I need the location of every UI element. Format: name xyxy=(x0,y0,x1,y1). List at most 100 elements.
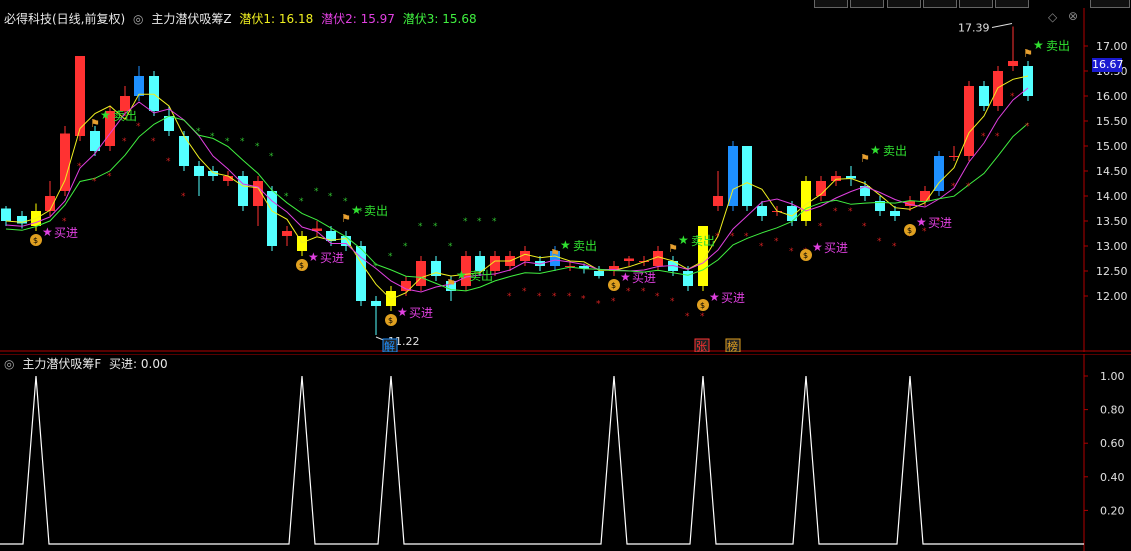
kline-panel[interactable]: 17.0016.5016.0015.5015.0014.5014.0013.50… xyxy=(0,8,1131,352)
sar-dot: * xyxy=(269,152,274,162)
sell-label: 卖出 xyxy=(1046,39,1070,53)
diamond-icon[interactable]: ◇ xyxy=(1048,10,1057,24)
toolbar-button-stats[interactable] xyxy=(923,0,957,8)
sar-dot: * xyxy=(136,122,141,132)
sell-runner-icon: ⚑ xyxy=(668,242,678,255)
candle-body xyxy=(1023,66,1033,96)
sar-dot: * xyxy=(596,300,601,310)
candle-body xyxy=(194,166,204,176)
sell-star-icon: ★ xyxy=(870,143,881,157)
buy-signal-line xyxy=(0,375,1084,545)
toolbar-button-draw[interactable] xyxy=(887,0,921,8)
sar-dot: * xyxy=(670,297,675,307)
top-toolbar xyxy=(0,0,1131,8)
candle-body xyxy=(1008,61,1018,66)
sar-dot: * xyxy=(581,295,586,305)
sar-dot: * xyxy=(641,287,646,297)
sar-dot: * xyxy=(151,137,156,147)
buy-star-icon: ★ xyxy=(308,250,319,264)
buy-moneybag-glyph: $ xyxy=(611,281,616,290)
sar-dot: * xyxy=(196,127,201,137)
settings-circle-icon[interactable]: ◎ xyxy=(133,12,143,26)
sar-dot: * xyxy=(655,292,660,302)
sar-dot: * xyxy=(166,157,171,167)
ma-line-5 xyxy=(5,87,1029,293)
stock-title[interactable]: 必得科技(日线,前复权) xyxy=(4,12,125,26)
sar-dot: * xyxy=(685,312,690,322)
toolbar-button-overlay[interactable] xyxy=(850,0,884,8)
buy-star-icon: ★ xyxy=(812,240,823,254)
candle-body xyxy=(949,156,959,157)
sar-dot: * xyxy=(225,137,230,147)
kline-chart[interactable]: 17.0016.5016.0015.5015.0014.5014.0013.50… xyxy=(0,8,1131,352)
indicator-chart[interactable]: 1.00 0.80 0.60 0.40 0.20 xyxy=(0,354,1131,551)
buy-moneybag-glyph: $ xyxy=(907,226,912,235)
sell-runner-icon: ⚑ xyxy=(446,277,456,290)
sar-dot: * xyxy=(284,192,289,202)
candle-body xyxy=(831,176,841,181)
sar-dot: * xyxy=(567,292,572,302)
candle-body xyxy=(1,208,11,221)
sar-dot: * xyxy=(522,287,527,297)
sar-dot: * xyxy=(418,222,423,232)
sell-label: 卖出 xyxy=(573,239,597,253)
toolbar-button-operate[interactable] xyxy=(814,0,848,8)
sar-dot: * xyxy=(492,217,497,227)
candle-body xyxy=(75,56,85,136)
candle-body xyxy=(979,86,989,106)
sar-dot: * xyxy=(1025,122,1030,132)
indicator-panel[interactable]: 1.00 0.80 0.60 0.40 0.20 ◎ 主力潜伏吸筹F 买进: 0.00 xyxy=(0,354,1131,551)
sar-dot: * xyxy=(552,292,557,302)
sub-y-tick-label: 0.40 xyxy=(1100,471,1125,484)
high-price-label: 17.39 xyxy=(958,22,990,35)
buy-star-icon: ★ xyxy=(709,290,720,304)
line2-label: 潜伏2: 15.97 xyxy=(321,12,395,26)
high-pointer-line xyxy=(991,23,1013,28)
sub-indicator-title[interactable]: 主力潜伏吸筹F xyxy=(22,357,101,371)
candle-body xyxy=(267,191,277,246)
sar-dot: * xyxy=(343,197,348,207)
candle-body xyxy=(624,258,634,261)
sell-label: 卖出 xyxy=(691,234,715,248)
sell-runner-icon: ⚑ xyxy=(860,152,870,165)
sar-dot: * xyxy=(700,312,705,322)
y-tick-label: 14.50 xyxy=(1096,165,1128,178)
sar-dot: * xyxy=(1010,92,1015,102)
sell-runner-icon: ⚑ xyxy=(341,212,351,225)
sar-dot: * xyxy=(966,182,971,192)
close-icon[interactable]: ⊗ xyxy=(1068,9,1078,23)
sar-dot: * xyxy=(255,142,260,152)
sar-dot: * xyxy=(818,222,823,232)
sar-dot: * xyxy=(862,222,867,232)
sar-dot: * xyxy=(299,197,304,207)
candle-body xyxy=(890,211,900,216)
candle-body xyxy=(371,301,381,306)
sub-y-tick-label: 0.20 xyxy=(1100,504,1125,517)
sell-runner-icon: ⚑ xyxy=(90,117,100,130)
settings-circle-icon-sub[interactable]: ◎ xyxy=(4,357,14,371)
buy-star-icon: ★ xyxy=(620,270,631,284)
y-tick-label: 14.00 xyxy=(1096,190,1128,203)
sell-label: 卖出 xyxy=(883,144,907,158)
sar-dot: * xyxy=(433,222,438,232)
indicator-title[interactable]: 主力潜伏吸筹Z xyxy=(151,12,231,26)
y-tick-label: 12.50 xyxy=(1096,265,1128,278)
candle-body xyxy=(149,76,159,111)
sar-dot: * xyxy=(877,237,882,247)
sar-dot: * xyxy=(240,137,245,147)
buy-label: 买进 xyxy=(928,216,952,230)
toolbar-button-signal[interactable] xyxy=(995,0,1029,8)
sar-dot: * xyxy=(730,232,735,242)
toolbar-button-screen[interactable] xyxy=(959,0,993,8)
y-tick-label: 15.50 xyxy=(1096,115,1128,128)
sell-label: 卖出 xyxy=(113,109,137,123)
candle-body xyxy=(920,191,930,201)
y-tick-label: 15.00 xyxy=(1096,140,1128,153)
sar-dot: * xyxy=(848,207,853,217)
toolbar-button-system[interactable] xyxy=(1090,0,1130,8)
buy-label: 买进 xyxy=(824,241,848,255)
sar-dot: * xyxy=(537,292,542,302)
candle-body xyxy=(713,196,723,206)
sell-runner-icon: ⚑ xyxy=(1023,47,1033,60)
buy-moneybag-glyph: $ xyxy=(803,251,808,260)
